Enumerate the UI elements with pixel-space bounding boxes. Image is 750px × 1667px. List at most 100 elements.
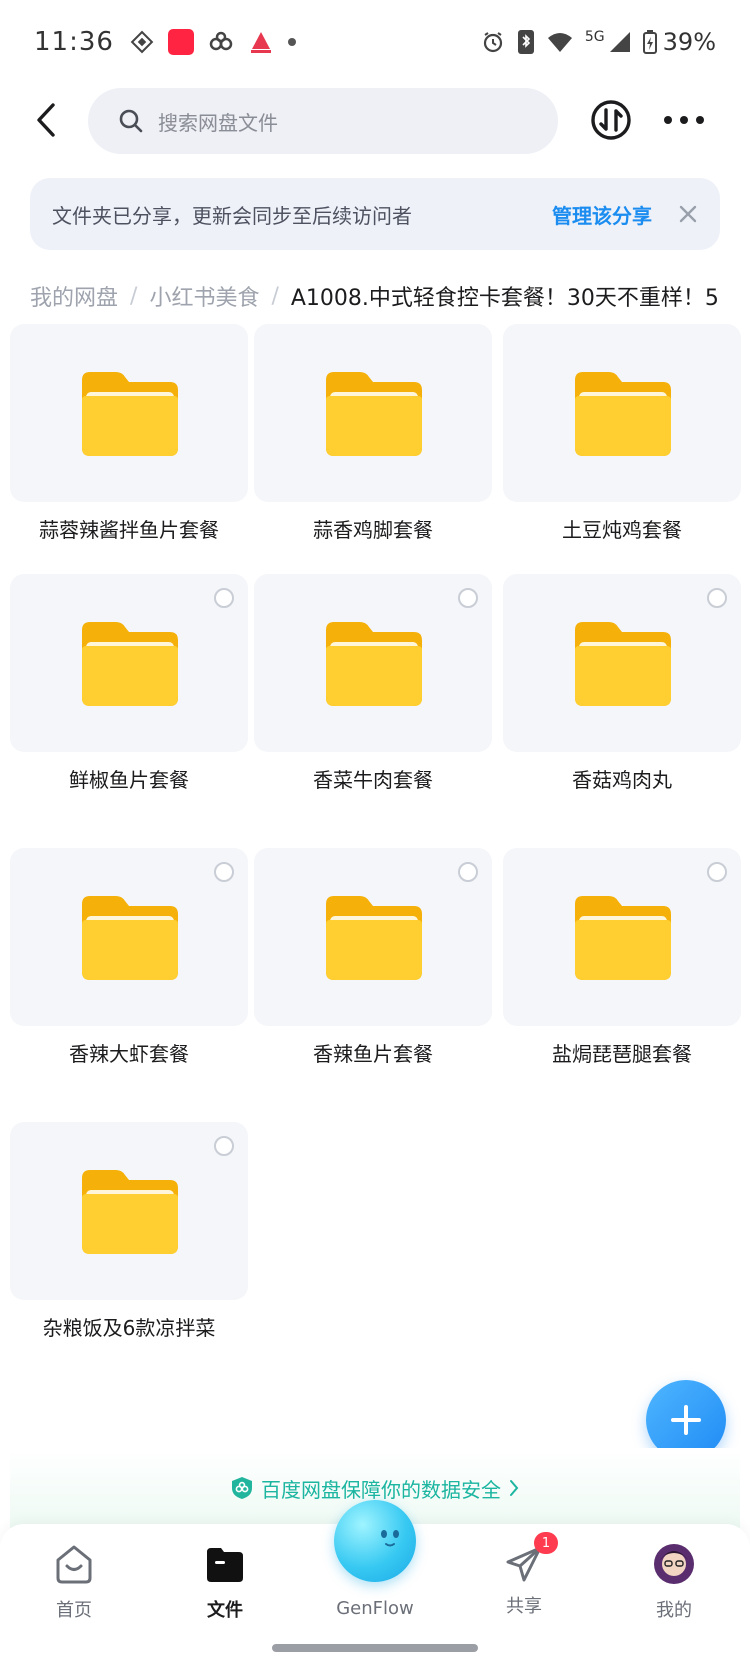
folder-icon [82,622,178,706]
nav-item-genflow[interactable]: GenFlow [315,1542,435,1632]
folder-icon [82,372,178,456]
folder-icon [575,622,671,706]
back-button[interactable] [22,96,70,144]
nav-label-me: 我的 [656,1600,692,1621]
nav-item-files[interactable]: 文件 [165,1542,285,1632]
select-checkbox[interactable] [707,862,727,882]
more-options-button[interactable] [664,104,704,136]
folder-item[interactable]: 蒜香鸡脚套餐 [254,324,492,576]
folder-name: 香辣鱼片套餐 [313,1042,433,1066]
folder-tile[interactable] [10,1122,248,1300]
breadcrumb-item-root[interactable]: 我的网盘 [30,280,118,312]
share-notice-text: 文件夹已分享，更新会同步至后续访问者 [52,203,412,228]
breadcrumb-current: A1008.中式轻食控卡套餐！30天不重样！5 [290,286,719,311]
search-input[interactable]: 搜索网盘文件 [88,88,558,154]
folder-tile[interactable] [254,848,492,1026]
search-icon [119,109,143,133]
select-checkbox[interactable] [707,588,727,608]
share-badge: 1 [534,1532,558,1554]
folder-name: 香辣大虾套餐 [69,1042,189,1066]
folder-tile[interactable] [254,324,492,502]
shield-icon [232,1477,252,1499]
folder-icon [82,1170,178,1254]
close-icon[interactable] [676,202,700,226]
home-icon [56,1545,92,1584]
folder-item[interactable]: 香菜牛肉套餐 [254,574,492,826]
more-notifications-dot [287,38,296,46]
dot-icon [680,116,688,124]
signal-icon [609,32,630,52]
folder-item[interactable]: 蒜蓉辣酱拌鱼片套餐 [10,324,248,576]
nav-item-me[interactable]: 我的 [614,1542,734,1632]
back-arrow-icon [37,103,55,137]
folder-name: 盐焗琵琶腿套餐 [552,1042,692,1066]
search-placeholder: 搜索网盘文件 [158,110,278,135]
breadcrumb-item-parent[interactable]: 小红书美食 [149,280,259,312]
folder-name: 土豆炖鸡套餐 [562,518,682,542]
system-status-icons: 5G 39% [481,28,716,56]
xiaohongshu-app-icon [167,29,194,55]
top-bar: 搜索网盘文件 [0,84,750,156]
select-checkbox[interactable] [214,588,234,608]
notification-icons [130,29,296,55]
nav-label-home: 首页 [56,1600,92,1621]
network-type: 5G [584,29,605,45]
select-checkbox[interactable] [214,862,234,882]
folder-item[interactable]: 杂粮饭及6款凉拌菜 [10,1122,248,1374]
folder-name: 香菇鸡肉丸 [572,768,672,792]
nav-label-share: 共享 [506,1596,542,1617]
plus-icon [671,1405,701,1435]
folder-icon [82,896,178,980]
folder-name: 杂粮饭及6款凉拌菜 [42,1316,216,1340]
folder-tile[interactable] [503,324,741,502]
folder-item[interactable]: 香辣鱼片套餐 [254,848,492,1100]
folder-icon [326,896,422,980]
folder-item[interactable]: 香菇鸡肉丸 [503,574,741,826]
baidu-app-icon [209,31,233,51]
manage-share-link[interactable]: 管理该分享 [552,200,652,229]
folder-item[interactable]: 土豆炖鸡套餐 [503,324,741,576]
folder-icon [326,372,422,456]
folder-icon [575,372,671,456]
folder-item[interactable]: 香辣大虾套餐 [10,848,248,1100]
safety-text: 百度网盘保障你的数据安全 [261,1477,501,1502]
folder-name: 鲜椒鱼片套餐 [69,768,189,792]
select-checkbox[interactable] [458,862,478,882]
status-time: 11:36 [34,27,114,57]
chevron-right-icon [510,1480,519,1496]
diamond-app-icon [130,30,154,54]
folder-tile[interactable] [503,574,741,752]
nav-label-files: 文件 [207,1600,243,1621]
folder-tile[interactable] [254,574,492,752]
share-notice-banner: 文件夹已分享，更新会同步至后续访问者 管理该分享 [30,178,720,250]
breadcrumb: 我的网盘 / 小红书美食 / A1008.中式轻食控卡套餐！30天不重样！5 [30,272,750,320]
folder-grid: 蒜蓉辣酱拌鱼片套餐 蒜香鸡脚套餐 土豆炖鸡套餐鲜椒鱼片套餐 香菜牛肉套餐 香菇鸡肉丸香辣… [0,324,750,1340]
folder-item[interactable]: 鲜椒鱼片套餐 [10,574,248,826]
folder-name: 香菜牛肉套餐 [313,768,433,792]
alarm-icon [483,32,502,53]
select-checkbox[interactable] [458,588,478,608]
wifi-icon [547,33,572,52]
folder-tile[interactable] [503,848,741,1026]
folder-tile[interactable] [10,324,248,502]
status-bar: 11:36 5G 39% [0,0,750,84]
folder-name: 蒜蓉辣酱拌鱼片套餐 [39,518,219,542]
folder-icon [575,896,671,980]
folder-tile[interactable] [10,574,248,752]
battery-percent: 39% [662,28,716,56]
app-notification-icon [248,30,273,54]
nav-item-home[interactable]: 首页 [14,1542,134,1632]
battery-icon [642,30,657,54]
nav-item-share[interactable]: 1 共享 [464,1532,584,1632]
folder-item[interactable]: 盐焗琵琶腿套餐 [503,848,741,1100]
folder-tile[interactable] [10,848,248,1026]
folder-icon [207,1548,243,1582]
home-indicator [272,1644,478,1652]
dot-icon [696,116,704,124]
breadcrumb-separator: / [271,283,279,309]
nav-label-genflow: GenFlow [336,1598,414,1619]
select-checkbox[interactable] [214,1136,234,1156]
share-icon: 1 [502,1532,558,1586]
transfer-list-icon[interactable] [590,99,632,141]
folder-icon [326,622,422,706]
